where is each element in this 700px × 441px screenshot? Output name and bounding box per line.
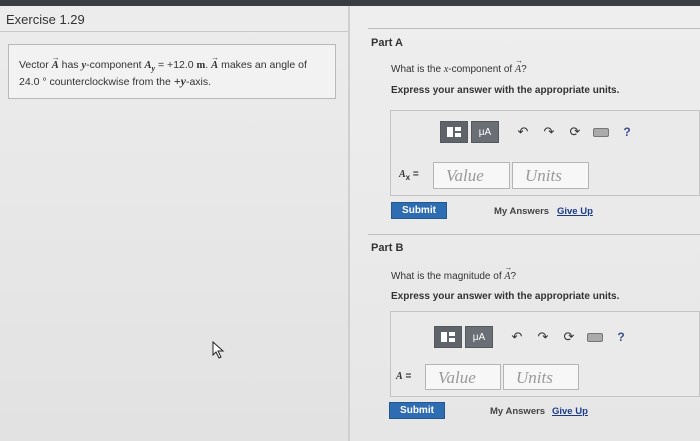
help-icon[interactable]: ? <box>608 330 634 344</box>
vector-a: A <box>52 51 60 72</box>
part-a-question: What is the x-component of A? <box>391 56 527 75</box>
templates-icon[interactable] <box>434 326 462 348</box>
part-b-toolbar: μA ↶ ↷ ⟳ ? <box>434 326 634 348</box>
templates-icon[interactable] <box>440 121 468 143</box>
part-b-submit-button[interactable]: Submit <box>389 402 445 419</box>
mouse-cursor-icon <box>212 341 225 359</box>
part-b-question: What is the magnitude of A? <box>391 263 516 282</box>
exercise-title: Exercise 1.29 <box>6 12 85 27</box>
part-b-units-input[interactable]: Units <box>503 364 579 390</box>
reset-icon[interactable]: ⟳ <box>562 124 588 140</box>
part-a-value-input[interactable]: Value <box>433 162 510 189</box>
part-a-submit-button[interactable]: Submit <box>391 202 447 219</box>
problem-text: -axis. <box>185 76 212 89</box>
part-a-give-up-link[interactable]: Give Up <box>557 206 593 217</box>
part-b-rule <box>368 234 700 235</box>
reset-icon[interactable]: ⟳ <box>556 329 582 345</box>
redo-icon[interactable]: ↷ <box>536 124 562 140</box>
part-a-title: Part A <box>371 37 403 49</box>
problem-statement: Vector A has y-component Ay = +12.0 m. A… <box>8 44 336 99</box>
vector-a: A <box>211 51 219 72</box>
part-a-units-input[interactable]: Units <box>512 162 589 189</box>
keyboard-icon[interactable] <box>588 127 614 137</box>
part-b-my-answers-link[interactable]: My Answers <box>490 406 545 417</box>
part-b-give-up-link[interactable]: Give Up <box>552 406 588 417</box>
mu-units-button[interactable]: μA <box>465 326 493 348</box>
title-divider <box>0 31 348 32</box>
ay-variable: Ay <box>144 60 156 74</box>
problem-text: 24.0 ° counterclockwise from the <box>19 76 174 89</box>
help-icon[interactable]: ? <box>614 125 640 139</box>
mu-units-button[interactable]: μA <box>471 121 499 143</box>
undo-icon[interactable]: ↶ <box>510 124 536 140</box>
part-b-input-label: A = <box>396 371 412 382</box>
problem-text: -component <box>86 59 145 71</box>
part-a-my-answers-link[interactable]: My Answers <box>494 206 549 217</box>
problem-text: makes an angle of <box>218 59 307 71</box>
redo-icon[interactable]: ↷ <box>530 329 556 345</box>
part-a-instruction: Express your answer with the appropriate… <box>391 85 620 96</box>
part-a-toolbar: μA ↶ ↷ ⟳ ? <box>440 121 640 143</box>
undo-icon[interactable]: ↶ <box>504 329 530 345</box>
part-a-input-label: Ax = <box>399 169 419 182</box>
problem-text: = +12.0 <box>155 59 197 71</box>
part-b-value-input[interactable]: Value <box>425 364 501 390</box>
problem-text: has <box>58 59 82 71</box>
plus-y-axis: +y <box>173 74 186 89</box>
unit-m: m <box>196 60 206 71</box>
part-b-instruction: Express your answer with the appropriate… <box>391 291 620 302</box>
keyboard-icon[interactable] <box>582 332 608 342</box>
part-b-title: Part B <box>371 242 404 254</box>
part-a-rule <box>368 28 700 29</box>
problem-text: Vector <box>19 59 52 71</box>
